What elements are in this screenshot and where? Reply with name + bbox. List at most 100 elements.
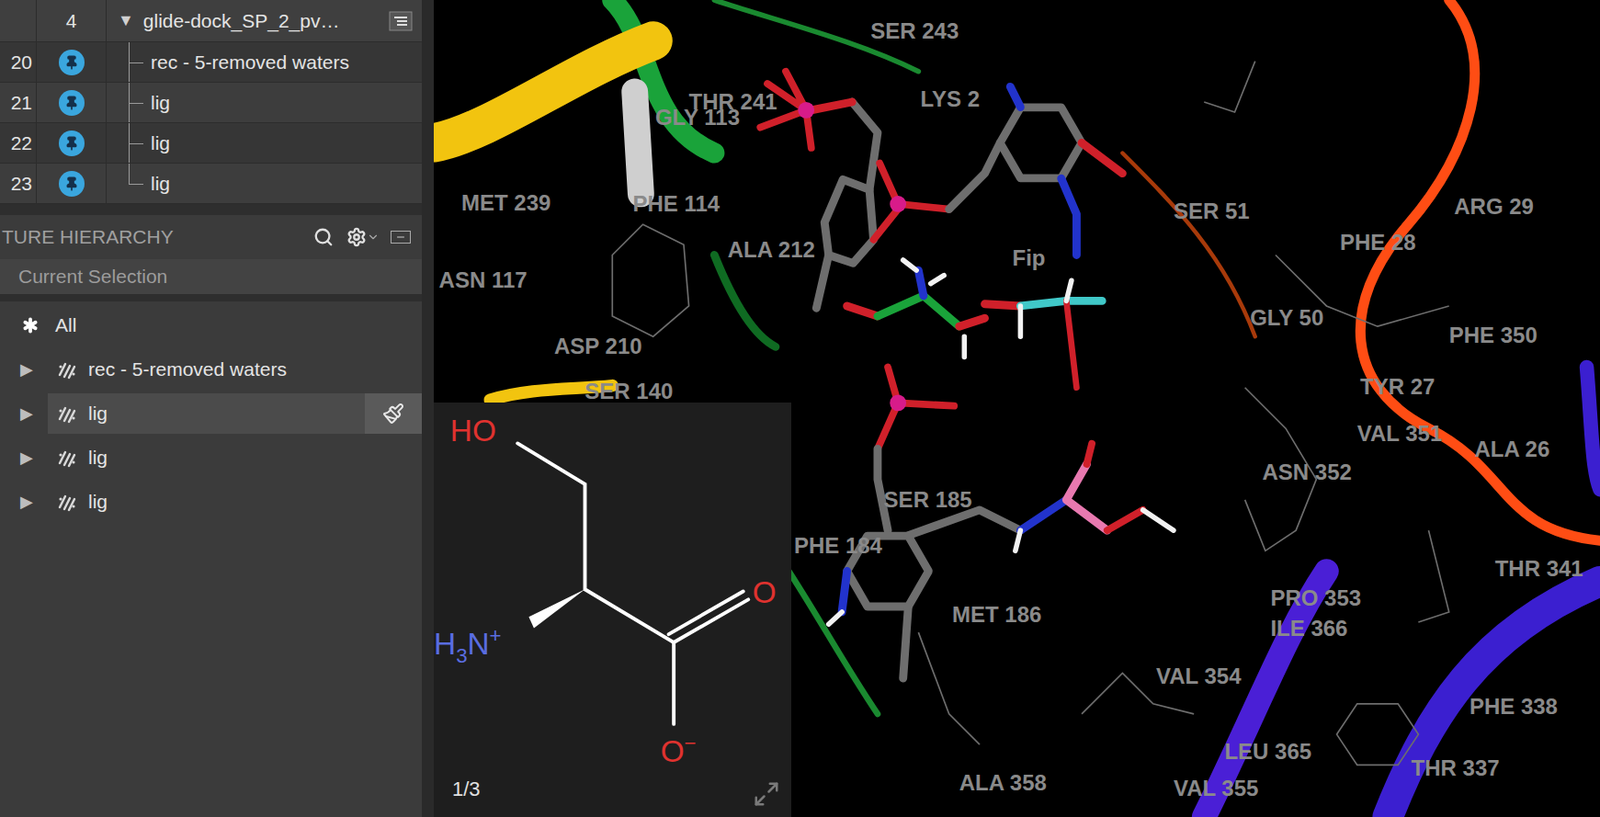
- row-title: lig: [150, 88, 171, 118]
- residue-label: ILE 366: [1270, 612, 1348, 646]
- residue-label: SER 51: [1173, 194, 1250, 228]
- residue-label: ASP 210: [554, 329, 643, 364]
- residue-label: PHE 184: [794, 529, 883, 563]
- pin-icon[interactable]: [58, 170, 85, 197]
- project-table: 4 ▼ glide-dock_SP_2_pv… 20 rec - 5-removed w…: [0, 0, 422, 205]
- minimize-icon[interactable]: [390, 230, 411, 244]
- entry-icon: [56, 403, 78, 424]
- pin-icon[interactable]: [58, 130, 85, 157]
- structure-inset[interactable]: HOH3N+OO−1/3: [433, 402, 792, 817]
- index-cell: [0, 0, 37, 42]
- residue-label: Fip: [1012, 241, 1046, 275]
- hierarchy-title: TURE HIERARCHY: [0, 222, 314, 252]
- row-index: 20: [0, 42, 37, 82]
- residue-label: ASN 117: [439, 263, 528, 297]
- tree-line: [106, 42, 151, 82]
- residue-label: PHE 350: [1449, 318, 1538, 352]
- selection-field[interactable]: Current Selection: [0, 259, 422, 302]
- menu-icon[interactable]: [388, 11, 413, 32]
- pin-icon[interactable]: [58, 49, 85, 76]
- residue-label: THR 341: [1495, 552, 1584, 586]
- divider: [0, 204, 422, 216]
- pin-cell: [36, 163, 107, 204]
- tree-line: [106, 123, 151, 163]
- residue-label: ARG 29: [1453, 190, 1534, 224]
- residue-label: PHE 338: [1469, 690, 1558, 724]
- entry-row[interactable]: 20 rec - 5-removed waters: [0, 42, 422, 83]
- row-index: 22: [0, 123, 37, 163]
- pin-cell: [36, 42, 107, 82]
- tree-item[interactable]: ▶ rec - 5-removed waters: [0, 347, 422, 392]
- residue-label: LEU 365: [1224, 735, 1312, 769]
- group-expander[interactable]: ▼: [117, 8, 135, 34]
- expand-icon[interactable]: [752, 780, 781, 808]
- entry-icon: [56, 359, 78, 380]
- residue-label: VAL 354: [1156, 659, 1242, 693]
- viewport[interactable]: SER 243THR 241GLY 113LYS 2MET 239PHE 114…: [433, 0, 1600, 817]
- entry-row[interactable]: 22 lig: [0, 123, 422, 164]
- ribbons: [433, 0, 1600, 817]
- chevron-icon[interactable]: [366, 230, 380, 244]
- pin-cell: [36, 82, 107, 123]
- expander[interactable]: ▶: [20, 445, 48, 471]
- residue-label: MET 239: [461, 186, 551, 220]
- residue-label: SER 185: [884, 483, 973, 517]
- tree-item[interactable]: ▶lig: [0, 391, 422, 436]
- residue-label: THR 337: [1411, 751, 1500, 785]
- expander[interactable]: ▶: [20, 489, 48, 515]
- residue-label: SER 243: [870, 14, 959, 48]
- star-icon: [18, 313, 43, 338]
- pin-icon[interactable]: [58, 90, 85, 116]
- tree-item[interactable]: ▶ lig: [0, 479, 422, 524]
- residue-label: VAL 351: [1357, 417, 1443, 451]
- tree-label: lig: [88, 442, 422, 473]
- residue-label: VAL 355: [1173, 771, 1260, 806]
- brush-button[interactable]: [364, 393, 422, 434]
- residue-label: PHE 28: [1339, 226, 1417, 260]
- tree-label: lig: [88, 487, 422, 517]
- tree-label: All: [55, 310, 77, 341]
- svg-text:O: O: [752, 575, 777, 610]
- residue-label: ALA 358: [959, 766, 1047, 800]
- structure-drawing: HOH3N+OO−: [433, 402, 792, 817]
- residue-label: LYS 2: [920, 82, 981, 116]
- tree-line: [106, 82, 151, 123]
- svg-text:H3N+: H3N+: [433, 624, 501, 668]
- tree-item[interactable]: ▶ lig: [0, 435, 422, 480]
- page-counter: 1/3: [452, 773, 481, 805]
- row-title: lig: [150, 169, 171, 199]
- residue-label: PRO 353: [1270, 581, 1362, 615]
- group-index: 4: [36, 0, 107, 42]
- hierarchy-header: TURE HIERARCHY: [0, 215, 422, 260]
- residue-label: GLY 113: [655, 101, 740, 135]
- residue-label: PHE 114: [632, 187, 720, 221]
- entry-row[interactable]: 21lig: [0, 82, 422, 124]
- search-icon[interactable]: [313, 226, 334, 248]
- group-title: glide-dock_SP_2_pv…: [143, 6, 389, 36]
- svg-text:O−: O−: [660, 731, 697, 769]
- row-title: rec - 5-removed waters: [150, 47, 350, 78]
- row-index: 23: [0, 163, 37, 204]
- entry-icon: [56, 447, 78, 468]
- tree-line: [106, 163, 151, 204]
- hierarchy-tree: All▶rec - 5-removed waters▶lig▶lig▶lig: [0, 301, 422, 817]
- entry-row[interactable]: 23 lig: [0, 163, 422, 205]
- entry-icon: [56, 491, 78, 512]
- expander[interactable]: ▶: [20, 401, 48, 427]
- row-title: lig: [150, 128, 171, 159]
- expander[interactable]: ▶: [20, 357, 48, 383]
- pin-cell: [36, 123, 107, 163]
- residue-label: ALA 26: [1474, 432, 1550, 466]
- app: 4 ▼ glide-dock_SP_2_pv… 20 rec - 5-removed w…: [0, 0, 1600, 817]
- tree-label: rec - 5-removed waters: [88, 354, 422, 385]
- brush-icon: [382, 402, 405, 425]
- tree-item[interactable]: All: [0, 303, 422, 348]
- ligand-sticks: [760, 71, 1174, 679]
- gutter: [421, 0, 434, 817]
- residue-label: GLY 50: [1249, 301, 1324, 335]
- residue-label: MET 186: [952, 598, 1042, 632]
- gear-icon[interactable]: [346, 226, 367, 248]
- group-row[interactable]: 4 ▼ glide-dock_SP_2_pv…: [0, 0, 422, 43]
- residue-label: ALA 212: [727, 233, 816, 267]
- residue-label: ASN 352: [1262, 455, 1352, 489]
